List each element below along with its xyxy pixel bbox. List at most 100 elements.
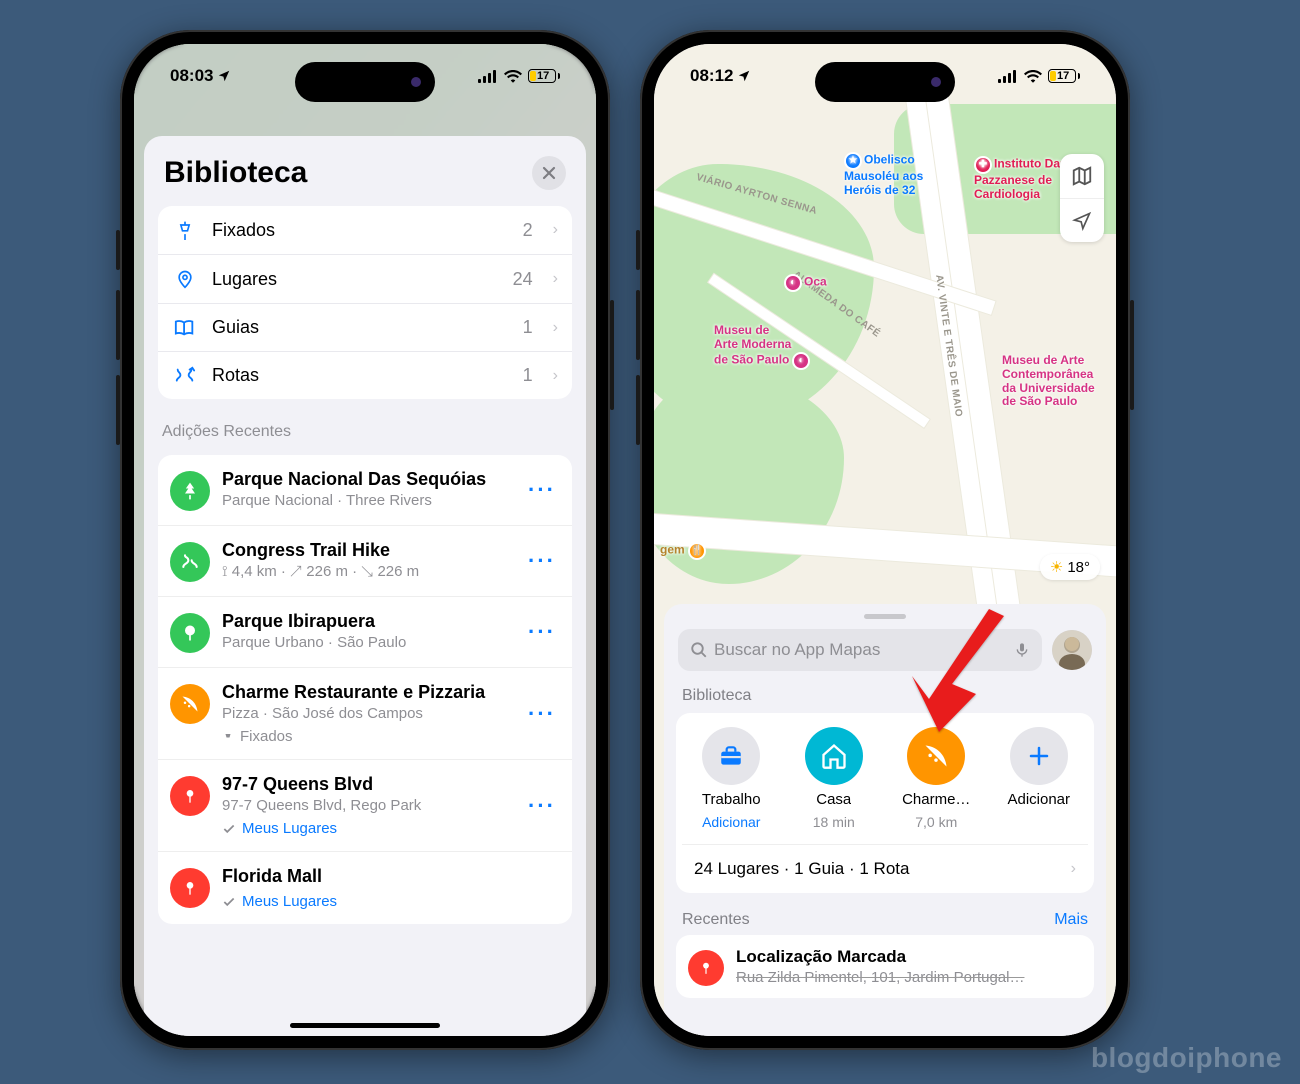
recent-title: Parque Nacional Das Sequóias [222, 469, 512, 490]
row-label: Rotas [212, 365, 509, 386]
row-label: Fixados [212, 220, 509, 241]
battery-indicator: 17 [528, 69, 560, 83]
place-icon [175, 268, 195, 290]
chevron-right-icon: › [553, 319, 558, 337]
recent-subtitle: Parque Urbano · São Paulo [222, 634, 512, 651]
recent-subtitle: 97-7 Queens Blvd, Rego Park [222, 797, 512, 814]
lib-item-name: Charme… [902, 791, 970, 808]
recent-item[interactable]: 97-7 Queens Blvd 97-7 Queens Blvd, Rego … [158, 759, 572, 851]
recent-title: Parque Ibirapuera [222, 611, 512, 632]
search-field[interactable]: Buscar no App Mapas [678, 629, 1042, 671]
weather-chip[interactable]: ☀︎ 18° [1040, 554, 1100, 580]
watermark: blogdoiphone [1091, 1042, 1282, 1074]
more-button[interactable]: ··· [524, 701, 560, 727]
pin-icon [182, 786, 198, 806]
library-summary-row[interactable]: 24 Lugares · 1 Guia · 1 Rota › [682, 844, 1088, 883]
recent-item[interactable]: Parque Nacional Das Sequóias Parque Naci… [158, 455, 572, 525]
lib-item-trabalho[interactable]: Trabalho Adicionar [682, 727, 781, 830]
location-services-icon [737, 69, 751, 83]
more-button[interactable]: ··· [524, 619, 560, 645]
chevron-right-icon: › [553, 270, 558, 288]
recent-additions-heading: Adições Recentes [144, 405, 586, 449]
sun-icon: ☀︎ [1050, 558, 1063, 576]
recent-tag: Meus Lugares [242, 820, 337, 837]
phone-frame-left: 08:03 17 Biblioteca Fixa [120, 30, 610, 1050]
row-count: 1 [523, 365, 533, 386]
recent-loc-sub: Rua Zilda Pimentel, 101, Jardim Portugal… [736, 969, 1082, 986]
recent-item[interactable]: Florida Mall Meus Lugares [158, 851, 572, 924]
map-mode-button[interactable] [1060, 154, 1104, 198]
poi-mam[interactable]: Museu de Arte Moderna de São Paulo◐ [714, 324, 812, 370]
pin-icon [182, 878, 198, 898]
home-indicator[interactable] [290, 1023, 440, 1028]
category-list: Fixados 2 › Lugares 24 › Guias 1 › [158, 206, 572, 399]
more-button[interactable]: ··· [524, 477, 560, 503]
map-controls [1060, 154, 1104, 242]
row-rotas[interactable]: Rotas 1 › [158, 351, 572, 399]
route-icon [174, 366, 196, 386]
library-summary: 24 Lugares · 1 Guia · 1 Rota [694, 859, 909, 879]
tree-icon [180, 623, 200, 643]
chevron-right-icon: › [553, 221, 558, 239]
row-label: Lugares [212, 269, 499, 290]
row-guias[interactable]: Guias 1 › [158, 303, 572, 351]
search-sheet[interactable]: Buscar no App Mapas Biblioteca Trabalho … [664, 604, 1106, 1036]
row-lugares[interactable]: Lugares 24 › [158, 254, 572, 303]
briefcase-icon [717, 743, 745, 769]
sheet-grabber[interactable] [864, 614, 906, 619]
recent-tag: Meus Lugares [242, 893, 337, 910]
recents-more-link[interactable]: Mais [1054, 911, 1088, 929]
wifi-icon [504, 69, 522, 83]
chevron-right-icon: › [1071, 860, 1076, 878]
row-count: 24 [513, 269, 533, 290]
row-fixados[interactable]: Fixados 2 › [158, 206, 572, 254]
profile-avatar[interactable] [1052, 630, 1092, 670]
wifi-icon [1024, 69, 1042, 83]
recent-item[interactable]: Charme Restaurante e Pizzaria Pizza · Sã… [158, 667, 572, 759]
lib-item-casa[interactable]: Casa 18 min [785, 727, 884, 830]
row-count: 2 [523, 220, 533, 241]
lib-item-adicionar[interactable]: Adicionar [990, 727, 1089, 830]
guide-icon [174, 318, 196, 338]
lib-item-sub[interactable]: Adicionar [702, 814, 760, 830]
poi-oca[interactable]: ◐Oca [784, 274, 827, 292]
row-count: 1 [523, 317, 533, 338]
lib-item-name: Adicionar [1007, 791, 1070, 808]
recent-subtitle: ⟟ 4,4 km · ↗ 226 m · ↘ 226 m [222, 563, 512, 580]
locate-me-button[interactable] [1060, 198, 1104, 242]
recent-tag: Fixados [240, 728, 293, 745]
status-time: 08:03 [170, 66, 213, 86]
chevron-right-icon: › [553, 367, 558, 385]
recent-item[interactable]: Congress Trail Hike ⟟ 4,4 km · ↗ 226 m ·… [158, 525, 572, 596]
cellular-icon [478, 69, 498, 83]
tree-icon [180, 481, 200, 501]
recent-item[interactable]: Parque Ibirapuera Parque Urbano · São Pa… [158, 596, 572, 667]
microphone-icon[interactable] [1014, 640, 1030, 660]
recent-title: Charme Restaurante e Pizzaria [222, 682, 512, 703]
dynamic-island [815, 62, 955, 102]
weather-temp: 18° [1067, 559, 1090, 576]
recent-list: Parque Nacional Das Sequóias Parque Naci… [158, 455, 572, 924]
location-services-icon [217, 69, 231, 83]
poi-mac[interactable]: Museu de Arte Contemporânea da Universid… [1002, 354, 1095, 409]
phone-frame-right: AV. VINTE E TRÊS DE MAIO ALAMEDA DO CAFÉ… [640, 30, 1130, 1050]
close-button[interactable] [532, 156, 566, 190]
pizza-icon [180, 694, 200, 714]
lib-item-charme[interactable]: Charme… 7,0 km [887, 727, 986, 830]
cellular-icon [998, 69, 1018, 83]
plus-icon [1027, 744, 1051, 768]
more-button[interactable]: ··· [524, 793, 560, 819]
row-label: Guias [212, 317, 509, 338]
more-button[interactable]: ··· [524, 548, 560, 574]
sheet-title: Biblioteca [164, 156, 307, 190]
recent-location-row[interactable]: Localização Marcada Rua Zilda Pimentel, … [676, 935, 1094, 998]
poi-obelisco[interactable]: ★Obelisco Mausoléu aos Heróis de 32 [844, 152, 923, 198]
check-icon [222, 895, 236, 909]
lib-item-name: Trabalho [702, 791, 761, 808]
search-icon [690, 641, 708, 659]
check-icon [222, 822, 236, 836]
home-icon [819, 742, 849, 770]
recent-title: Florida Mall [222, 866, 560, 887]
pizza-icon [922, 742, 950, 770]
poi-gem[interactable]: gem 🍴 [660, 542, 708, 560]
